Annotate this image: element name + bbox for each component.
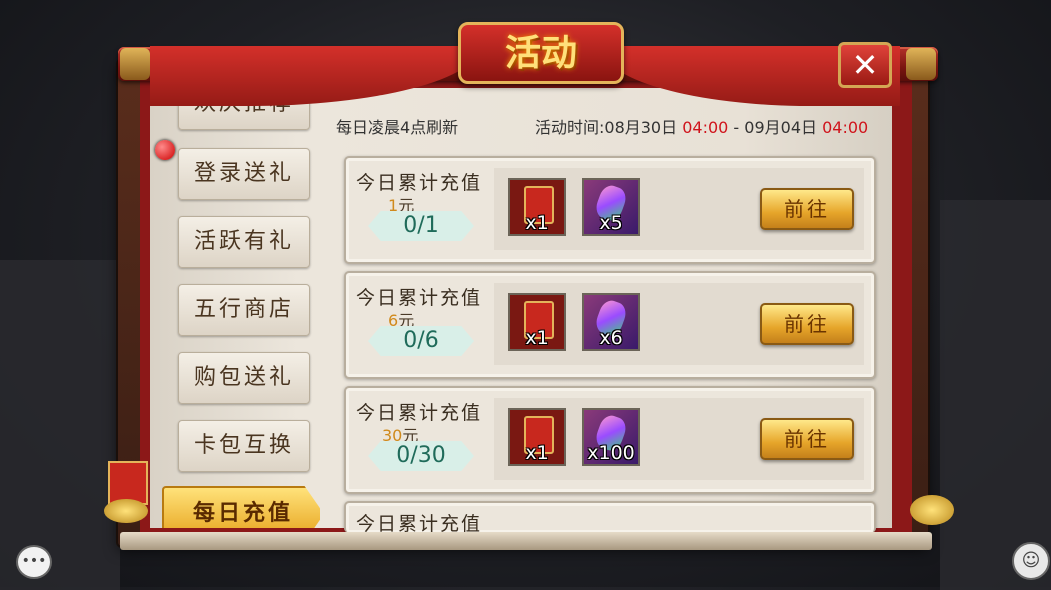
card-title: 今日累计充值 xyxy=(356,172,483,194)
gift-box-icon xyxy=(104,455,148,525)
time-prefix: 活动时间:08月30日 xyxy=(535,118,678,137)
recharge-card: 今日累计充值 xyxy=(344,501,876,533)
tab-active-gift[interactable]: 活跃有礼 xyxy=(178,216,310,268)
time-start: 04:00 xyxy=(682,118,729,137)
background-scene xyxy=(0,260,120,590)
tab-daily-recharge[interactable]: 每日充值 xyxy=(162,486,320,528)
recharge-card: 今日累计充值 1元 0/1 x1 x5 前往 xyxy=(344,156,876,264)
item-qty: x5 xyxy=(599,212,623,234)
gold-ingot xyxy=(104,499,148,523)
red-envelope-icon[interactable]: x1 xyxy=(508,408,566,466)
progress-badge: 0/30 xyxy=(368,441,474,471)
background-scene xyxy=(940,200,1051,590)
item-qty: x1 xyxy=(525,442,549,464)
gem-icon[interactable]: x5 xyxy=(582,178,640,236)
activity-sidebar: 欢庆推荐 登录送礼 活跃有礼 五行商店 购包送礼 卡包互换 每日充值 xyxy=(150,88,320,528)
tab-five-elements-shop[interactable]: 五行商店 xyxy=(178,284,310,336)
card-title: 今日累计充值 xyxy=(356,287,483,309)
item-qty: x6 xyxy=(599,327,623,349)
progress-badge: 0/1 xyxy=(368,211,474,241)
gold-ingot-icon xyxy=(910,495,954,525)
recharge-card: 今日累计充值 6元 0/6 x1 x6 前往 xyxy=(344,271,876,379)
notification-dot-icon xyxy=(155,140,175,160)
item-qty: x1 xyxy=(525,327,549,349)
item-qty: x1 xyxy=(525,212,549,234)
red-envelope-icon[interactable]: x1 xyxy=(508,178,566,236)
go-button[interactable]: 前往 xyxy=(760,418,854,460)
close-button[interactable]: ✕ xyxy=(838,42,892,88)
rod-cap-right xyxy=(906,48,936,80)
tab-login-gift[interactable]: 登录送礼 xyxy=(178,148,310,200)
item-qty: x100 xyxy=(587,442,635,464)
time-separator: - 09月04日 xyxy=(733,118,818,137)
gem-icon[interactable]: x100 xyxy=(582,408,640,466)
tab-card-exchange[interactable]: 卡包互换 xyxy=(178,420,310,472)
gem-icon[interactable]: x6 xyxy=(582,293,640,351)
card-title: 今日累计充值 xyxy=(356,513,483,533)
time-end: 04:00 xyxy=(822,118,869,137)
progress-badge: 0/6 xyxy=(368,326,474,356)
recharge-card: 今日累计充值 30元 0/30 x1 x100 前往 xyxy=(344,386,876,494)
page-title: 活动 xyxy=(458,22,624,84)
chat-icon[interactable]: ••• xyxy=(16,545,52,579)
scroll-bottom-rod xyxy=(120,532,932,550)
friends-icon[interactable]: ☺ xyxy=(1012,542,1050,580)
tab-package-gift[interactable]: 购包送礼 xyxy=(178,352,310,404)
go-button[interactable]: 前往 xyxy=(760,188,854,230)
refresh-note: 每日凌晨4点刷新 xyxy=(336,118,459,137)
go-button[interactable]: 前往 xyxy=(760,303,854,345)
activity-time: 活动时间:08月30日 04:00 - 09月04日 04:00 xyxy=(535,114,868,138)
rod-cap-left xyxy=(120,48,150,80)
card-title: 今日累计充值 xyxy=(356,402,483,424)
red-envelope-icon[interactable]: x1 xyxy=(508,293,566,351)
